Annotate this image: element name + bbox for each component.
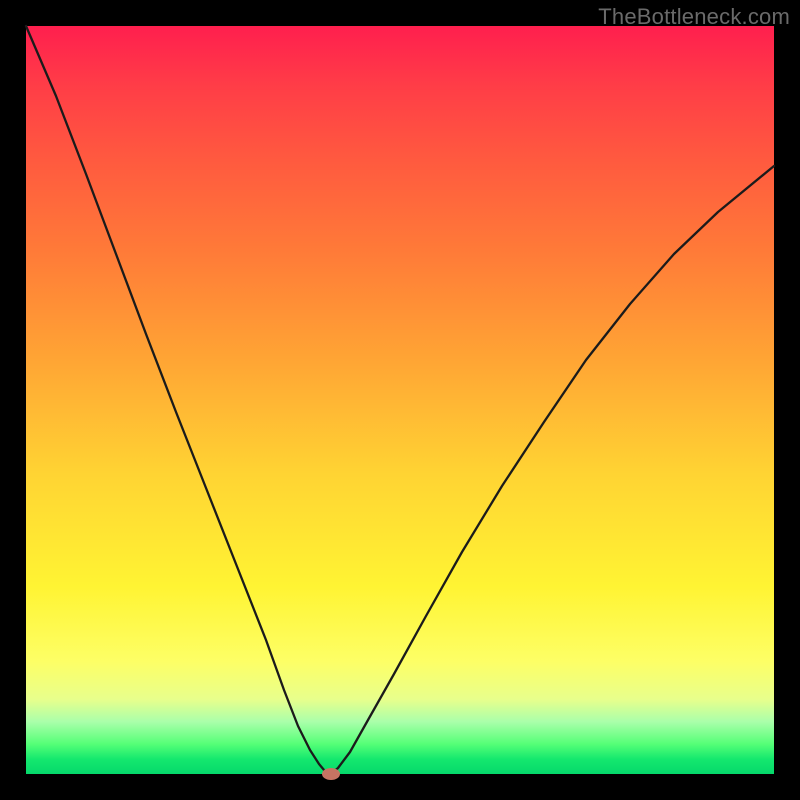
plot-area xyxy=(26,26,774,774)
minimum-marker xyxy=(322,768,340,780)
plot-svg xyxy=(26,26,774,774)
curve-right-branch xyxy=(331,166,774,774)
chart-canvas: TheBottleneck.com xyxy=(0,0,800,800)
curve-left-branch xyxy=(26,26,331,774)
